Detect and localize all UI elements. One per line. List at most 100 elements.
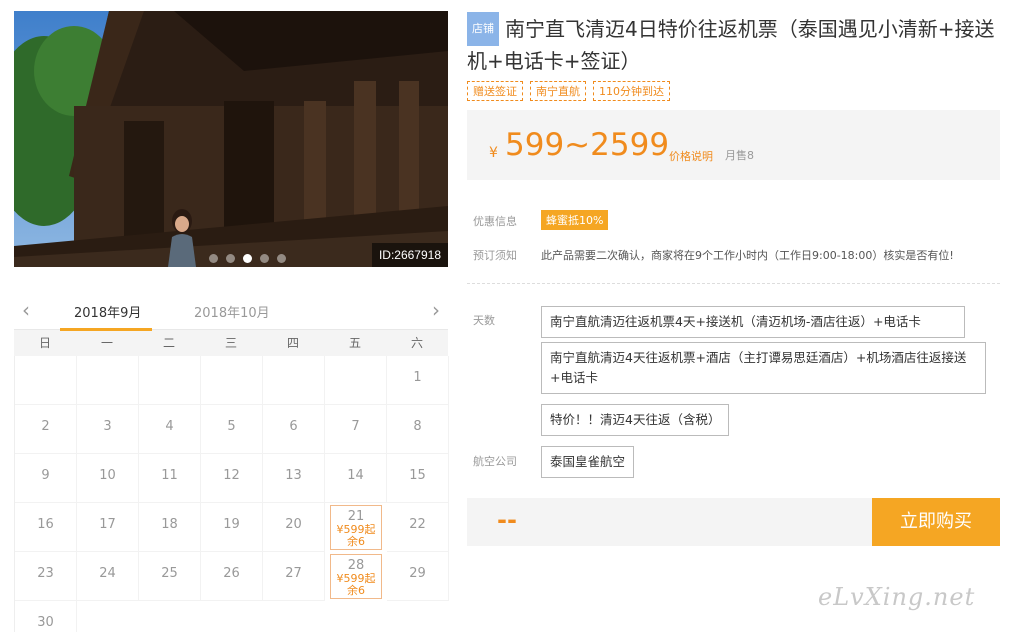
calendar-day: 8 bbox=[387, 405, 449, 454]
notice-label: 预订须知 bbox=[473, 249, 517, 262]
calendar-day: 9 bbox=[15, 454, 77, 503]
airline-label: 航空公司 bbox=[473, 455, 517, 468]
weekday-label: 三 bbox=[224, 336, 237, 350]
day-number: 29 bbox=[409, 566, 426, 581]
product-photo[interactable]: ID:2667918 bbox=[14, 11, 448, 267]
package-option-3[interactable]: 特价！！清迈4天往返（含税） bbox=[541, 404, 730, 436]
package-option-1[interactable]: 南宁直航清迈往返机票4天+接送机（清迈机场-酒店往返）+电话卡 bbox=[541, 306, 965, 338]
calendar-day: 14 bbox=[325, 454, 387, 503]
price-currency: ¥ bbox=[489, 145, 498, 161]
calendar-day bbox=[325, 356, 387, 405]
tag-visa: 赠送签证 bbox=[467, 81, 523, 101]
product-title-text: 南宁直飞清迈4日特价往返机票（泰国遇见小清新+接送机+电话卡+签证） bbox=[467, 17, 995, 73]
weekday-label: 一 bbox=[100, 336, 113, 350]
carousel-dots[interactable] bbox=[209, 254, 286, 263]
day-number: 22 bbox=[409, 517, 426, 532]
calendar-day: 7 bbox=[325, 405, 387, 454]
day-number: 7 bbox=[351, 419, 360, 434]
day-number: 27 bbox=[285, 566, 302, 581]
day-number: 15 bbox=[409, 468, 426, 483]
section-divider bbox=[467, 283, 1000, 284]
calendar-day: 27 bbox=[263, 552, 325, 601]
booking-notice-text: 此产品需要二次确认，商家将在9个工作小时内（工作日9:00-18:00）核实是否… bbox=[541, 249, 954, 262]
calendar-day: 18 bbox=[139, 503, 201, 552]
product-header: 店铺 南宁直飞清迈4日特价往返机票（泰国遇见小清新+接送机+电话卡+签证） bbox=[467, 12, 1007, 76]
calendar-day bbox=[77, 356, 139, 405]
day-number: 17 bbox=[99, 517, 116, 532]
calendar-day: 3 bbox=[77, 405, 139, 454]
weekday-label: 四 bbox=[286, 336, 299, 350]
calendar-day: 10 bbox=[77, 454, 139, 503]
weekday-label: 二 bbox=[162, 336, 175, 350]
day-number: 10 bbox=[99, 468, 116, 483]
day-number: 2 bbox=[41, 419, 50, 434]
package-option-2[interactable]: 南宁直航清迈4天往返机票+酒店（主打谭易思廷酒店）+机场酒店往返接送+电话卡 bbox=[541, 342, 986, 394]
day-number: 5 bbox=[227, 419, 236, 434]
buy-now-button[interactable]: 立即购买 bbox=[872, 498, 1000, 546]
tag-direct-flight: 南宁直航 bbox=[530, 81, 586, 101]
product-tags: 赠送签证 南宁直航 110分钟到达 bbox=[467, 81, 670, 101]
calendar-day bbox=[263, 356, 325, 405]
temple-photo-image bbox=[14, 11, 448, 267]
promo-label: 优惠信息 bbox=[473, 215, 517, 228]
chevron-left-icon[interactable]: ‹ bbox=[22, 298, 30, 322]
day-number: 11 bbox=[161, 468, 178, 483]
day-number: 8 bbox=[413, 419, 422, 434]
day-number: 18 bbox=[161, 517, 178, 532]
day-number: 28 bbox=[347, 558, 365, 573]
day-number: 13 bbox=[285, 468, 302, 483]
calendar-day bbox=[139, 356, 201, 405]
product-title: 店铺 南宁直飞清迈4日特价往返机票（泰国遇见小清新+接送机+电话卡+签证） bbox=[467, 12, 1007, 76]
calendar-day: 20 bbox=[263, 503, 325, 552]
day-number: 4 bbox=[165, 419, 174, 434]
day-stock: 余6 bbox=[347, 535, 365, 548]
calendar-day: 11 bbox=[139, 454, 201, 503]
calendar-day: 4 bbox=[139, 405, 201, 454]
carousel-dot[interactable] bbox=[226, 254, 235, 263]
calendar-day: 26 bbox=[201, 552, 263, 601]
calendar-day: 17 bbox=[77, 503, 139, 552]
carousel-dot[interactable] bbox=[260, 254, 269, 263]
carousel-dot[interactable] bbox=[243, 254, 252, 263]
calendar-day: 15 bbox=[387, 454, 449, 503]
calendar-day-available[interactable]: 21 ¥599起 余6 bbox=[330, 505, 382, 550]
weekday-label: 五 bbox=[348, 336, 361, 350]
calendar-day: 24 bbox=[77, 552, 139, 601]
airline-option[interactable]: 泰国皇雀航空 bbox=[541, 446, 635, 478]
calendar-day: 23 bbox=[15, 552, 77, 601]
weekday-label: 六 bbox=[410, 336, 423, 350]
chevron-right-icon[interactable]: › bbox=[432, 298, 440, 322]
day-number: 23 bbox=[37, 566, 54, 581]
calendar-day bbox=[201, 356, 263, 405]
monthly-sales: 月售8 bbox=[725, 149, 754, 162]
carousel-dot[interactable] bbox=[277, 254, 286, 263]
price-explanation-link[interactable]: 价格说明 bbox=[669, 148, 713, 164]
tab-month-september[interactable]: 2018年9月 bbox=[74, 302, 141, 321]
day-number: 12 bbox=[223, 468, 240, 483]
day-number: 19 bbox=[223, 517, 240, 532]
active-month-indicator bbox=[60, 328, 152, 331]
carousel-dot[interactable] bbox=[209, 254, 218, 263]
day-number: 21 bbox=[347, 509, 365, 524]
weekday-label: 日 bbox=[38, 336, 51, 350]
calendar-day-available[interactable]: 28 ¥599起 余6 bbox=[330, 554, 382, 599]
tab-month-october[interactable]: 2018年10月 bbox=[194, 302, 270, 321]
photo-id-label: ID:2667918 bbox=[371, 243, 448, 267]
price-panel: ¥ 599~2599 价格说明 月售8 bbox=[467, 110, 1000, 180]
calendar-day: 29 bbox=[387, 552, 449, 601]
watermark: eLvXing.net bbox=[818, 583, 976, 611]
days-label: 天数 bbox=[473, 314, 495, 327]
day-number: 26 bbox=[223, 566, 240, 581]
day-number: 14 bbox=[347, 468, 364, 483]
day-stock: 余6 bbox=[347, 584, 365, 597]
calendar-day: 2 bbox=[15, 405, 77, 454]
calendar-day: 22 bbox=[387, 503, 449, 552]
calendar-day: 1 bbox=[387, 356, 449, 405]
day-number: 6 bbox=[289, 419, 298, 434]
calendar-day: 16 bbox=[15, 503, 77, 552]
day-number: 1 bbox=[413, 370, 422, 385]
weekday-header: 日一二三四五六 bbox=[14, 330, 448, 356]
day-number: 3 bbox=[103, 419, 112, 434]
day-number: 9 bbox=[41, 468, 50, 483]
promo-badge: 蜂蜜抵10% bbox=[541, 210, 609, 230]
